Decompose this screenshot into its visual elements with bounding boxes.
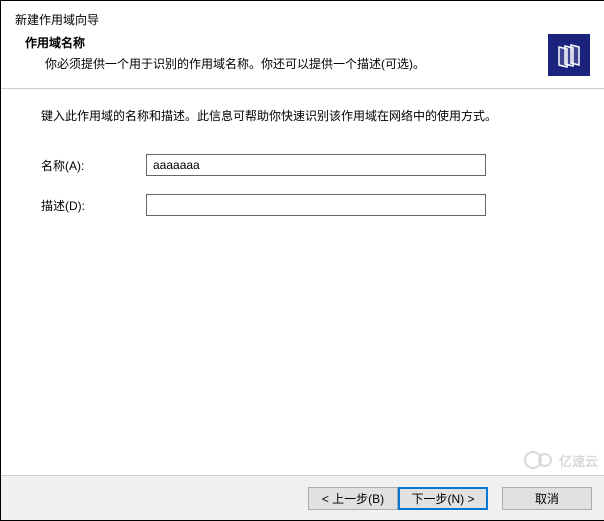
window-title: 新建作用域向导 (15, 11, 590, 28)
watermark-logo-icon (524, 450, 556, 470)
back-button[interactable]: < 上一步(B) (308, 487, 398, 510)
content-section: 键入此作用域的名称和描述。此信息可帮助你快速识别该作用域在网络中的使用方式。 名… (1, 89, 604, 254)
header-heading: 作用域名称 (25, 34, 548, 51)
button-bar: < 上一步(B) 下一步(N) > 取消 (1, 475, 604, 520)
header-row: 作用域名称 你必须提供一个用于识别的作用域名称。你还可以提供一个描述(可选)。 (15, 34, 590, 76)
scope-books-icon (548, 34, 590, 76)
header-section: 新建作用域向导 作用域名称 你必须提供一个用于识别的作用域名称。你还可以提供一个… (1, 1, 604, 88)
description-row: 描述(D): (41, 194, 564, 216)
watermark-text: 亿速云 (559, 451, 598, 470)
watermark: 亿速云 (524, 450, 598, 470)
header-subtext: 你必须提供一个用于识别的作用域名称。你还可以提供一个描述(可选)。 (25, 55, 548, 72)
header-text-block: 作用域名称 你必须提供一个用于识别的作用域名称。你还可以提供一个描述(可选)。 (15, 34, 548, 72)
wizard-window: 新建作用域向导 作用域名称 你必须提供一个用于识别的作用域名称。你还可以提供一个… (0, 0, 604, 521)
instruction-text: 键入此作用域的名称和描述。此信息可帮助你快速识别该作用域在网络中的使用方式。 (41, 107, 564, 124)
description-input[interactable] (146, 194, 486, 216)
next-button[interactable]: 下一步(N) > (398, 487, 488, 510)
description-label: 描述(D): (41, 197, 146, 214)
name-input[interactable] (146, 154, 486, 176)
name-row: 名称(A): (41, 154, 564, 176)
name-label: 名称(A): (41, 157, 146, 174)
cancel-button[interactable]: 取消 (502, 487, 592, 510)
